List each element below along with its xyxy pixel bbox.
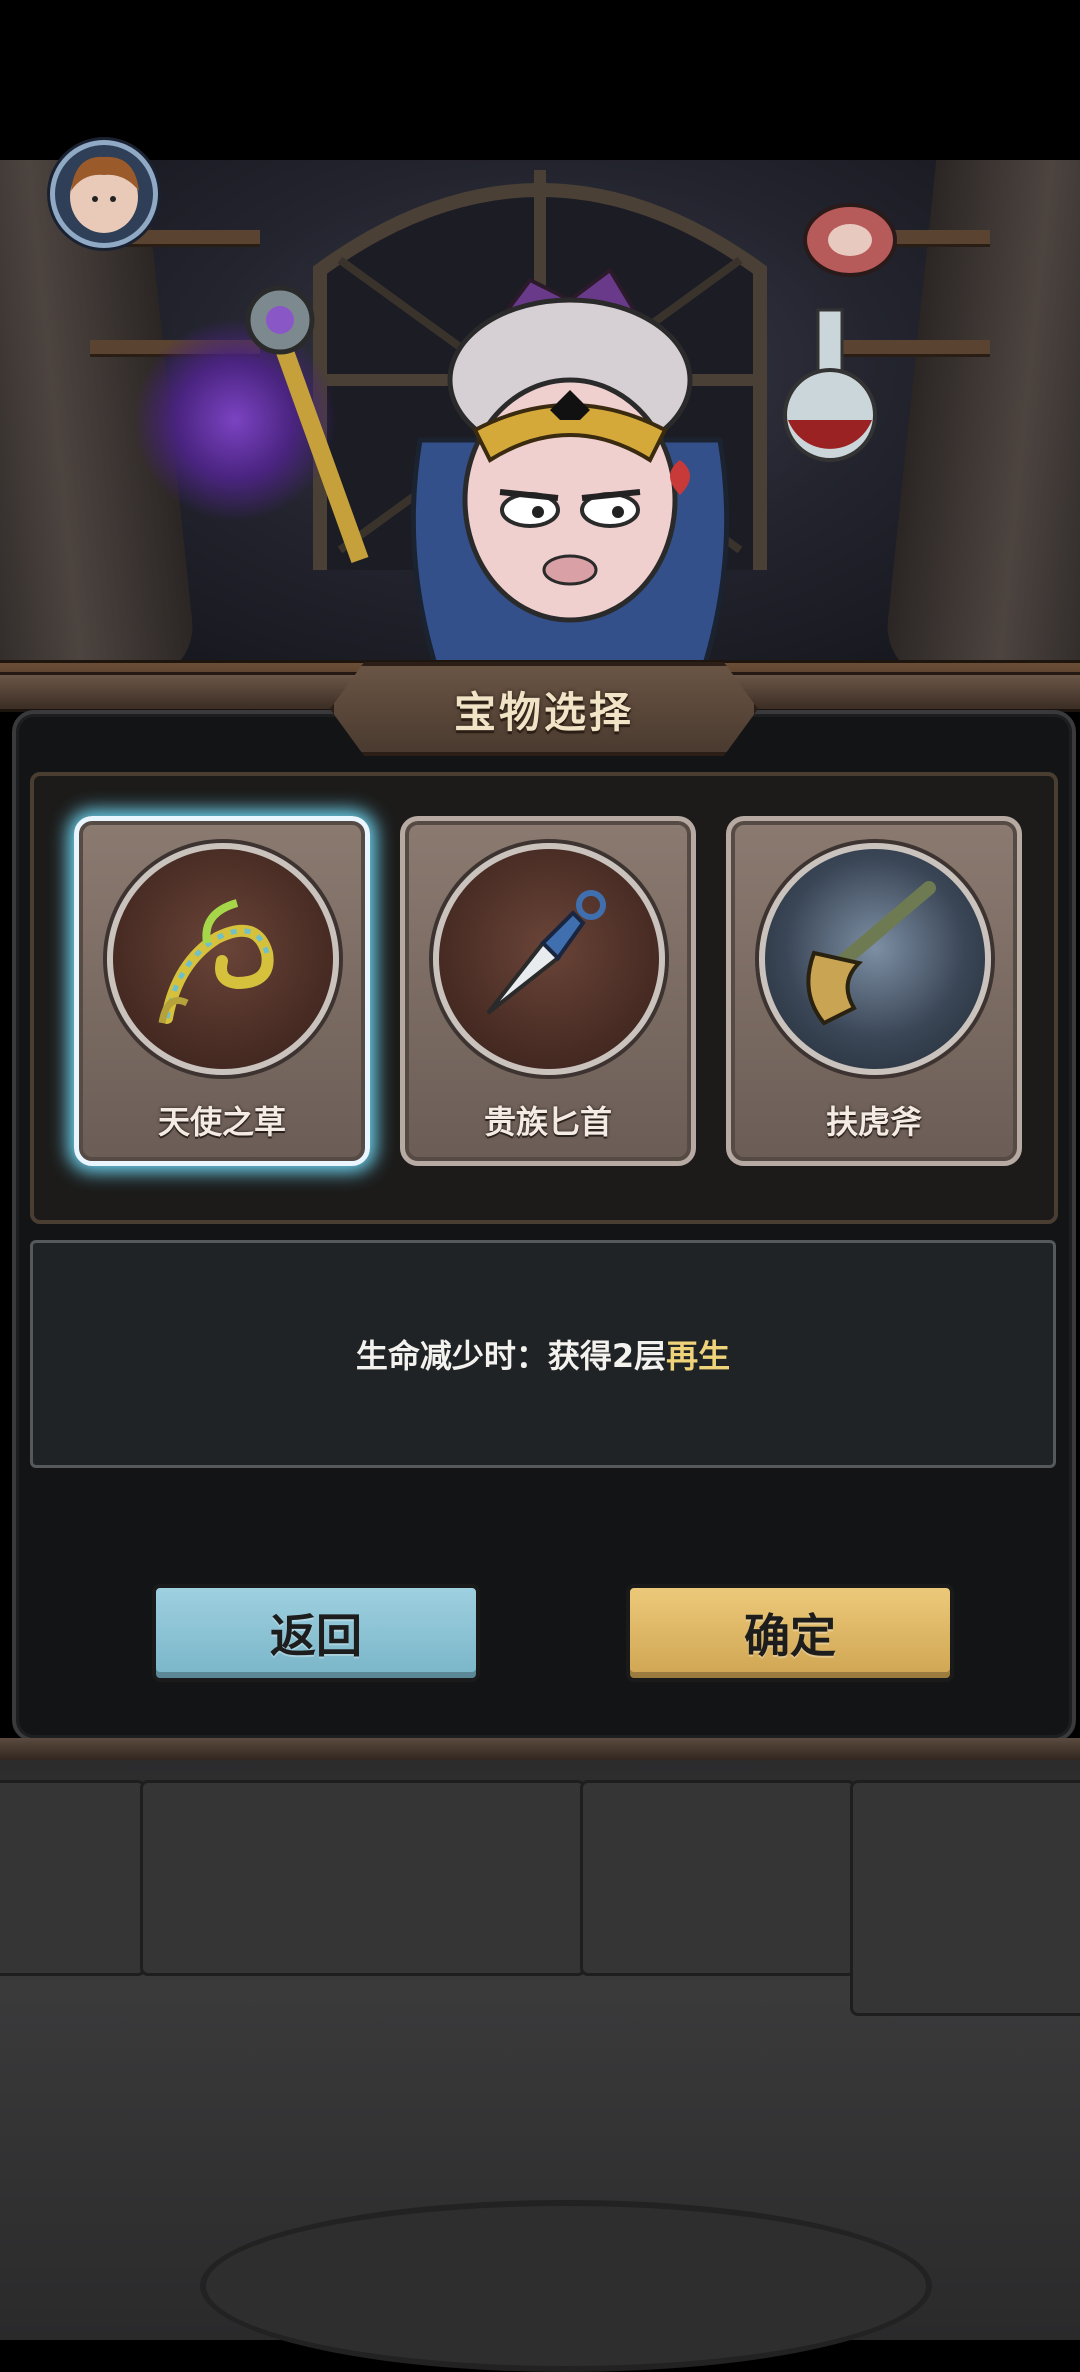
dagger-icon xyxy=(486,890,606,1015)
floor-brick xyxy=(850,1780,1080,2016)
item-description-box: 生命减少时：获得2层再生 xyxy=(30,1240,1056,1468)
treasure-slot-3[interactable]: 扶虎斧 xyxy=(726,816,1022,1166)
axe-icon xyxy=(806,881,936,1026)
treasure-slots: 天使之草 贵族匕首 扶虎斧 xyxy=(30,772,1058,1224)
staff-prop xyxy=(245,285,369,564)
treasure-slot-2[interactable]: 贵族匕首 xyxy=(400,816,696,1166)
treasure-slot-1[interactable]: 天使之草 xyxy=(74,816,370,1166)
panel-title: 宝物选择 xyxy=(453,687,634,737)
item-description: 生命减少时：获得2层再生 xyxy=(356,1331,730,1377)
title-plate: 宝物选择 xyxy=(330,662,758,756)
fern-sprout-icon xyxy=(158,899,274,1024)
dungeon-floor xyxy=(0,1760,1080,2372)
avatar-portrait-icon xyxy=(70,156,139,233)
description-prefix: 生命减少时：获得2层 xyxy=(355,1337,667,1375)
item-name: 天使之草 xyxy=(157,1103,286,1141)
shop-scene xyxy=(0,160,1080,680)
description-highlight: 再生 xyxy=(666,1337,731,1375)
floor-ring xyxy=(200,2200,932,2372)
confirm-button-label: 确定 xyxy=(744,1609,836,1663)
back-button-label: 返回 xyxy=(270,1609,362,1663)
floor-brick xyxy=(140,1780,586,1976)
floor-brick xyxy=(0,1780,146,1976)
back-button[interactable]: 返回 xyxy=(152,1584,480,1682)
potion-prop xyxy=(783,308,877,462)
status-bar-area xyxy=(0,0,1080,160)
item-name: 贵族匕首 xyxy=(483,1103,612,1141)
item-name: 扶虎斧 xyxy=(825,1103,922,1141)
hanging-meat-prop xyxy=(803,203,897,277)
confirm-button[interactable]: 确定 xyxy=(626,1584,954,1682)
shopkeeper-character xyxy=(410,267,730,680)
floor-brick xyxy=(580,1780,856,1976)
player-avatar[interactable] xyxy=(50,140,158,248)
